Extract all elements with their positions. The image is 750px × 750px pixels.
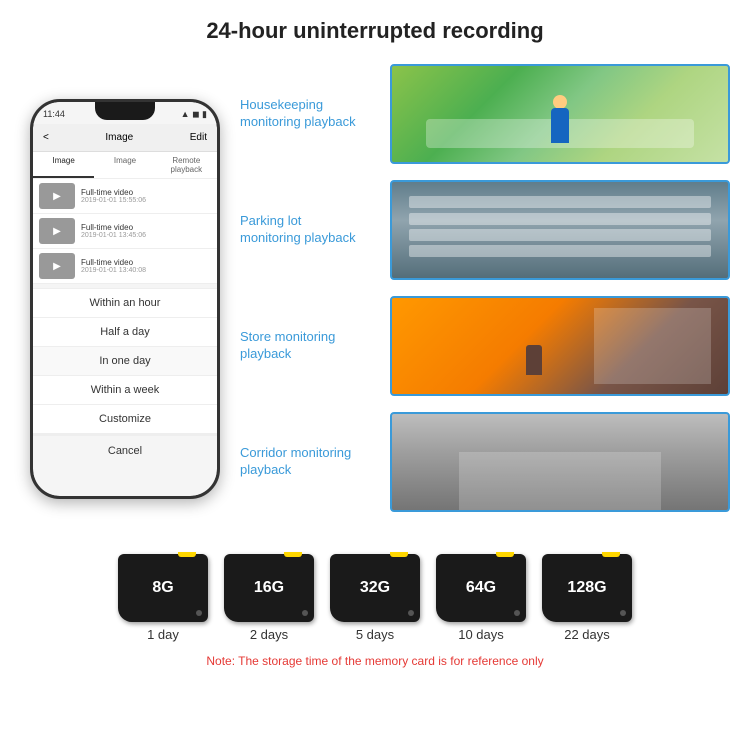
phone-item-title-1: Full-time video [81, 188, 146, 197]
dropdown-item-1[interactable]: Within an hour [33, 289, 217, 318]
sd-card-128g: 128G [542, 554, 632, 622]
right-panel: Housekeepingmonitoring playback Parking … [240, 54, 730, 544]
storage-days-16g: 2 days [250, 627, 288, 642]
photo-content-parking [392, 182, 728, 278]
storage-days-64g: 10 days [458, 627, 504, 642]
person-store [526, 345, 542, 375]
play-icon-3: ▶ [53, 261, 61, 272]
phone-item-title-2: Full-time video [81, 223, 146, 232]
phone-edit-btn[interactable]: Edit [190, 132, 207, 143]
dropdown-item-5[interactable]: Customize [33, 405, 217, 434]
monitoring-label-1: Housekeepingmonitoring playback [240, 97, 380, 131]
photo-content-corridor [392, 414, 728, 510]
sd-card-16g: 16G [224, 554, 314, 622]
monitoring-row-4: Corridor monitoringplayback [240, 407, 730, 517]
phone-list-item-3: ▶ Full-time video 2019-01-01 13:40:08 [33, 249, 217, 284]
storage-days-128g: 22 days [564, 627, 610, 642]
phone-dropdown: Within an hour Half a day In one day Wit… [33, 288, 217, 466]
storage-card-wrap-32g: 32G 5 days [330, 554, 420, 642]
storage-card-wrap-128g: 128G 22 days [542, 554, 632, 642]
phone-screen: 11:44 ▲ ◼ ▮ < Image Edit Image Image Rem… [33, 102, 217, 496]
phone-nav-title: Image [105, 132, 133, 143]
kid-figure [551, 108, 569, 143]
sd-card-dot-8g [196, 610, 202, 616]
phone-device: 11:44 ▲ ◼ ▮ < Image Edit Image Image Rem… [30, 99, 220, 499]
sd-card-32g: 32G [330, 554, 420, 622]
sd-card-64g: 64G [436, 554, 526, 622]
phone-thumb-2: ▶ [39, 218, 75, 244]
phone-thumb-3: ▶ [39, 253, 75, 279]
monitoring-row-1: Housekeepingmonitoring playback [240, 59, 730, 169]
phone-item-title-3: Full-time video [81, 258, 146, 267]
phone-list-item-2: ▶ Full-time video 2019-01-01 13:45:06 [33, 214, 217, 249]
sd-card-label-16g: 16G [254, 579, 284, 597]
phone-tab-remote[interactable]: Remote playback [156, 152, 217, 178]
phone-nav-bar: < Image Edit [33, 124, 217, 152]
dropdown-item-3[interactable]: In one day [33, 347, 217, 376]
sd-card-dot-128g [620, 610, 626, 616]
dropdown-item-4[interactable]: Within a week [33, 376, 217, 405]
phone-tab-image1[interactable]: Image [33, 152, 94, 178]
phone-time: 11:44 [43, 109, 65, 119]
phone-tab-image2[interactable]: Image [94, 152, 155, 178]
monitoring-photo-2 [390, 180, 730, 280]
storage-card-wrap-8g: 8G 1 day [118, 554, 208, 642]
play-icon-2: ▶ [53, 226, 61, 237]
main-content: 11:44 ▲ ◼ ▮ < Image Edit Image Image Rem… [0, 54, 750, 544]
sd-card-label-32g: 32G [360, 579, 390, 597]
monitoring-label-2: Parking lotmonitoring playback [240, 213, 380, 247]
phone-item-date-1: 2019-01-01 15:55:06 [81, 197, 146, 204]
phone-tabs: Image Image Remote playback [33, 152, 217, 179]
page-title: 24-hour uninterrupted recording [0, 0, 750, 54]
sd-card-label-128g: 128G [567, 579, 606, 597]
storage-cards: 8G 1 day 16G 2 days 32G 5 days 64G [118, 554, 632, 642]
sd-card-dot-64g [514, 610, 520, 616]
phone-item-date-2: 2019-01-01 13:45:06 [81, 232, 146, 239]
phone-back-btn[interactable]: < [43, 132, 49, 143]
photo-content-kids [392, 66, 728, 162]
phone-list-item-1: ▶ Full-time video 2019-01-01 15:55:06 [33, 179, 217, 214]
sd-card-8g: 8G [118, 554, 208, 622]
monitoring-row-2: Parking lotmonitoring playback [240, 175, 730, 285]
sd-card-dot-32g [408, 610, 414, 616]
storage-card-wrap-16g: 16G 2 days [224, 554, 314, 642]
monitoring-photo-1 [390, 64, 730, 164]
monitoring-row-3: Store monitoringplayback [240, 291, 730, 401]
monitoring-photo-4 [390, 412, 730, 512]
car-row-4 [409, 245, 711, 257]
shelves [594, 308, 712, 385]
cancel-button[interactable]: Cancel [33, 434, 217, 466]
storage-days-8g: 1 day [147, 627, 179, 642]
dropdown-item-2[interactable]: Half a day [33, 318, 217, 347]
car-row-3 [409, 229, 711, 241]
car-row-1 [409, 196, 711, 208]
phone-notch [95, 102, 155, 120]
phone-status-icons: ▲ ◼ ▮ [181, 109, 207, 120]
play-icon-1: ▶ [53, 191, 61, 202]
phone-mockup: 11:44 ▲ ◼ ▮ < Image Edit Image Image Rem… [20, 54, 230, 544]
phone-item-date-3: 2019-01-01 13:40:08 [81, 267, 146, 274]
storage-days-32g: 5 days [356, 627, 394, 642]
storage-section: 8G 1 day 16G 2 days 32G 5 days 64G [0, 544, 750, 668]
storage-note: Note: The storage time of the memory car… [206, 654, 543, 668]
sd-card-label-64g: 64G [466, 579, 496, 597]
phone-thumb-1: ▶ [39, 183, 75, 209]
monitoring-photo-3 [390, 296, 730, 396]
stairs [459, 452, 661, 510]
photo-content-store [392, 298, 728, 394]
storage-card-wrap-64g: 64G 10 days [436, 554, 526, 642]
monitoring-label-4: Corridor monitoringplayback [240, 445, 380, 479]
monitoring-label-3: Store monitoringplayback [240, 329, 380, 363]
car-row-2 [409, 213, 711, 225]
sd-card-label-8g: 8G [152, 579, 173, 597]
sd-card-dot-16g [302, 610, 308, 616]
